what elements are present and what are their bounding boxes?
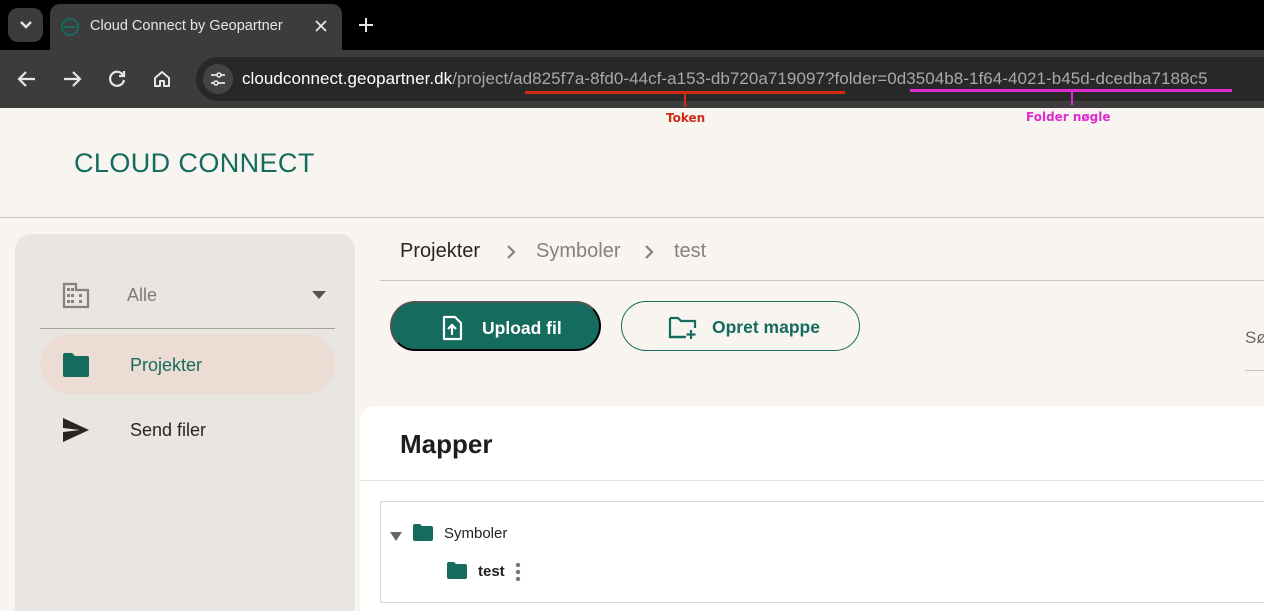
folder-icon — [63, 353, 89, 377]
folder-tree: Symboler test — [380, 501, 1264, 603]
search-field-underline[interactable] — [1245, 370, 1264, 371]
token-annotation: Token — [666, 111, 706, 125]
chevron-down-icon — [19, 21, 32, 29]
url-path-prefix: /project/ — [452, 69, 514, 88]
close-icon — [315, 20, 327, 32]
upload-file-label: Upload fil — [482, 318, 562, 338]
create-folder-label: Opret mappe — [712, 317, 820, 337]
chevron-right-icon — [645, 245, 654, 259]
breadcrumb-item-test: test — [674, 240, 707, 262]
url-text: cloudconnect.geopartner.dk/project/ad825… — [242, 69, 1208, 89]
sidebar-divider — [40, 328, 335, 329]
tab-close-button[interactable] — [310, 15, 332, 37]
home-icon — [154, 71, 170, 87]
url-folder-key: 0d3504b8-1f64-4021-b45d-dcedba7188c5 — [887, 69, 1208, 88]
arrow-left-icon — [17, 71, 35, 87]
site-info-button[interactable] — [203, 64, 233, 94]
upload-file-button[interactable]: Upload fil — [390, 301, 601, 351]
reload-button[interactable] — [104, 66, 130, 92]
more-options-icon[interactable] — [515, 562, 521, 582]
plus-icon — [359, 18, 373, 32]
create-folder-icon — [668, 316, 697, 339]
token-pointer — [684, 93, 686, 107]
folders-card: Mapper Symboler test — [360, 406, 1264, 611]
forward-button[interactable] — [59, 66, 85, 92]
breadcrumb-item-projekter[interactable]: Projekter — [400, 240, 480, 263]
send-icon — [63, 418, 89, 442]
browser-toolbar: cloudconnect.geopartner.dk/project/ad825… — [0, 50, 1264, 108]
browser-tab[interactable]: Cloud Connect by Geopartner — [50, 4, 342, 50]
tree-item-symboler[interactable]: Symboler — [444, 525, 507, 542]
sidebar-item-projekter[interactable]: Projekter — [40, 334, 335, 394]
new-tab-button[interactable] — [355, 14, 377, 36]
browser-tab-bar: Cloud Connect by Geopartner — [0, 0, 1264, 50]
folder-key-pointer — [1071, 91, 1073, 105]
home-button[interactable] — [149, 66, 175, 92]
folder-icon — [447, 562, 467, 579]
breadcrumb: Projekter Symboler test — [380, 234, 1264, 281]
search-field-label: Sø — [1245, 328, 1264, 347]
url-query-prefix: ?folder= — [824, 69, 888, 88]
folder-icon — [413, 524, 433, 541]
geopartner-favicon-icon — [61, 18, 79, 36]
arrow-right-icon — [64, 71, 82, 87]
reload-icon — [109, 70, 126, 87]
tree-item-test[interactable]: test — [478, 563, 505, 580]
url-token: ad825f7a-8fd0-44cf-a153-db720a719097 — [513, 69, 825, 88]
app-header: CLOUD CONNECT — [0, 108, 1264, 218]
building-icon — [62, 282, 90, 309]
chevron-right-icon — [507, 245, 516, 259]
sidebar-item-send-filer[interactable]: Send filer — [40, 399, 335, 459]
sidebar-item-label: Projekter — [130, 355, 203, 375]
folders-title: Mapper — [400, 429, 493, 459]
sidebar-item-label: Send filer — [130, 420, 207, 440]
create-folder-button[interactable]: Opret mappe — [621, 301, 860, 351]
address-bar[interactable]: cloudconnect.geopartner.dk/project/ad825… — [196, 57, 1264, 101]
org-selector-label: Alle — [127, 285, 158, 305]
tab-search-button[interactable] — [8, 8, 43, 42]
upload-file-icon — [442, 315, 463, 341]
caret-down-icon — [312, 291, 326, 299]
card-divider — [360, 480, 1264, 481]
tune-icon — [211, 72, 225, 86]
back-button[interactable] — [14, 66, 40, 92]
folder-key-annotation: Folder nøgle — [1026, 110, 1111, 124]
tab-title: Cloud Connect by Geopartner — [90, 18, 283, 34]
url-host: cloudconnect.geopartner.dk — [242, 69, 453, 88]
caret-down-icon[interactable] — [390, 532, 402, 542]
breadcrumb-item-symboler[interactable]: Symboler — [536, 240, 620, 263]
sidebar: Alle Projekter Send filer — [15, 234, 355, 611]
app-logo[interactable]: CLOUD CONNECT — [74, 148, 315, 179]
org-selector[interactable]: Alle — [15, 264, 355, 324]
